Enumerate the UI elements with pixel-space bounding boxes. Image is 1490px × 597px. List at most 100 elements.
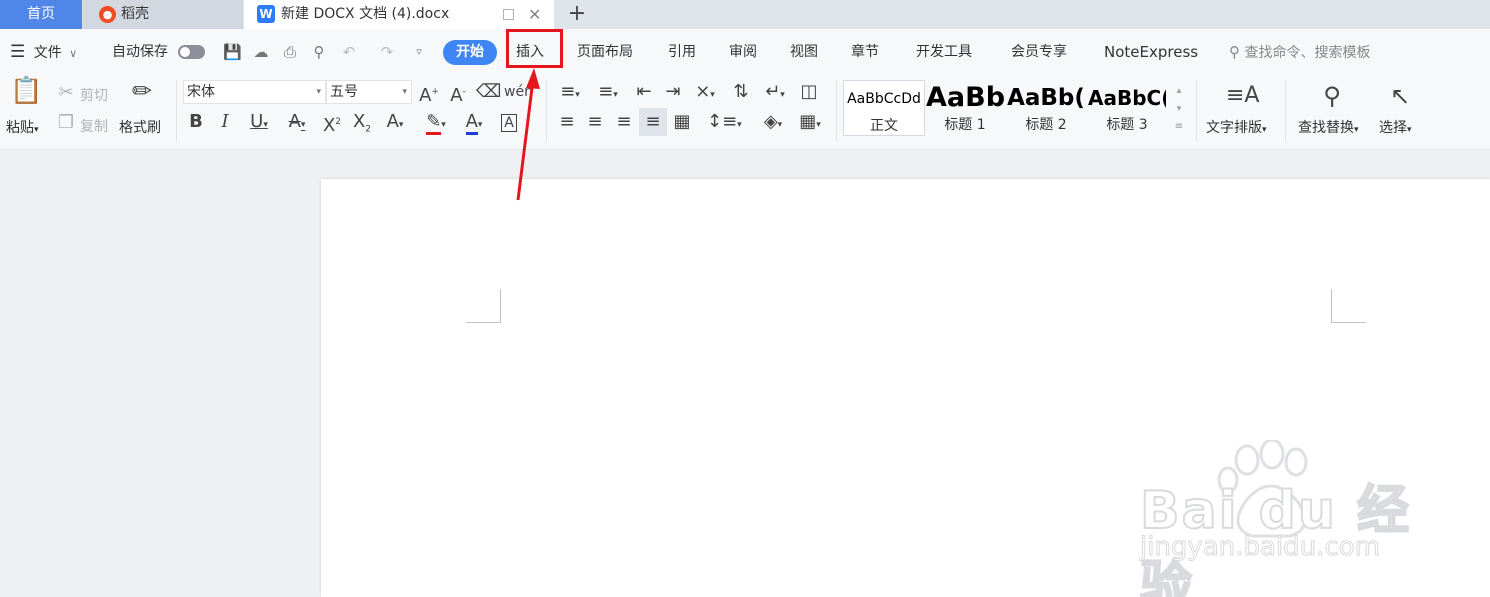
annotation-arrow — [516, 68, 540, 201]
format-painter-icon[interactable]: ✏ — [128, 79, 156, 112]
print-icon[interactable]: ⎙ — [281, 43, 299, 61]
style-heading-2[interactable]: AaBb( 标题 2 — [1007, 80, 1085, 136]
cut-button[interactable]: 剪切 — [80, 85, 108, 105]
align-right-icon[interactable]: ≡ — [613, 111, 635, 133]
customize-toolbar-icon[interactable]: ▿ — [410, 43, 428, 61]
pin-window-icon[interactable]: □ — [502, 0, 515, 29]
decrease-indent-icon[interactable]: ⇤ — [633, 81, 655, 103]
style-heading-3[interactable]: AaBbC( 标题 3 — [1088, 80, 1166, 136]
font-name-select[interactable]: 宋体 ▾ — [183, 80, 326, 104]
print-preview-icon[interactable]: ⚲ — [310, 43, 328, 61]
autosave-label: 自动保存 — [112, 44, 168, 60]
align-left-icon[interactable]: ≡ — [556, 111, 578, 133]
superscript-icon[interactable]: X2 — [320, 111, 344, 137]
increase-indent-icon[interactable]: ⇥ — [662, 81, 684, 103]
chevron-down-icon: ∨ — [69, 47, 78, 60]
style-normal[interactable]: AaBbCcDd 正文 — [843, 80, 925, 136]
cut-icon[interactable]: ✂ — [56, 82, 76, 104]
text-effect-icon[interactable]: A▾ — [379, 111, 411, 136]
paragraph-mark-icon[interactable]: ↵▾ — [760, 81, 790, 106]
style-heading-1-name: 标题 1 — [944, 117, 986, 133]
tab-developer[interactable]: 开发工具 — [916, 29, 972, 74]
find-replace-button[interactable]: 查找替换▾ — [1298, 117, 1359, 137]
tab-start[interactable]: 开始 — [443, 40, 497, 65]
tab-document-label: 新建 DOCX 文档 (4).docx — [281, 6, 450, 22]
tab-view[interactable]: 视图 — [790, 29, 818, 74]
new-tab-button[interactable]: + — [566, 0, 588, 29]
copy-icon[interactable]: ❐ — [56, 112, 76, 134]
table-tools-icon[interactable]: ◫ — [797, 81, 821, 103]
search-icon: ⚲ — [1229, 43, 1240, 61]
gallery-more-icon[interactable]: ≡ — [1171, 116, 1187, 138]
font-color-icon[interactable]: A▾ — [458, 111, 490, 136]
find-replace-icon[interactable]: ⚲ — [1316, 80, 1348, 112]
command-search[interactable]: ⚲ 查找命令、搜索模板 — [1229, 29, 1370, 74]
subscript-icon[interactable]: X2 — [350, 111, 374, 141]
numbered-list-icon[interactable]: ≡▾ — [594, 81, 622, 106]
menu-bar: ☰ 文件 ∨ 自动保存 💾 ☁ ⎙ ⚲ ↶ ↷ ▿ 开始 插入 页面布局 引用 … — [0, 29, 1490, 74]
style-heading-1-preview: AaBb — [926, 82, 1004, 113]
chinese-layout-icon[interactable]: ⨯▾ — [690, 81, 720, 106]
font-size-value: 五号 — [330, 84, 358, 100]
italic-icon[interactable]: I — [215, 111, 235, 133]
watermark-url: jingyan.baidu.com — [1140, 532, 1381, 563]
shrink-font-icon[interactable]: A- — [447, 81, 469, 107]
group-divider — [1196, 80, 1197, 142]
justify-icon[interactable]: ≡ — [639, 108, 667, 136]
cloud-save-icon[interactable]: ☁ — [252, 43, 270, 61]
group-divider — [546, 80, 547, 142]
style-heading-1[interactable]: AaBb 标题 1 — [926, 80, 1004, 136]
tab-section[interactable]: 章节 — [851, 29, 879, 74]
hamburger-icon: ☰ — [10, 42, 26, 62]
style-heading-3-name: 标题 3 — [1106, 117, 1148, 133]
undo-icon[interactable]: ↶ — [340, 43, 358, 61]
save-icon[interactable]: 💾 — [223, 43, 242, 61]
file-menu[interactable]: ☰ 文件 ∨ — [10, 29, 77, 74]
group-divider — [1285, 80, 1286, 142]
file-menu-label: 文件 — [33, 45, 62, 61]
borders-icon[interactable]: ▦▾ — [794, 111, 826, 136]
tab-home[interactable]: 首页 — [0, 0, 82, 29]
format-painter-button[interactable]: 格式刷 — [119, 117, 161, 137]
tab-document[interactable]: W 新建 DOCX 文档 (4).docx □ ✕ — [244, 0, 554, 29]
redo-icon[interactable]: ↷ — [378, 43, 396, 61]
shading-icon[interactable]: ◈▾ — [757, 111, 789, 136]
grow-font-icon[interactable]: A+ — [418, 81, 440, 107]
group-divider — [176, 80, 177, 142]
paste-icon[interactable]: 📋 — [10, 78, 42, 112]
close-tab-icon[interactable]: ✕ — [528, 0, 541, 29]
sort-icon[interactable]: ⇅ — [730, 81, 752, 103]
tab-references[interactable]: 引用 — [668, 29, 696, 74]
strikethrough-icon[interactable]: A▾ — [282, 111, 312, 136]
distributed-align-icon[interactable]: ▦ — [671, 111, 693, 133]
text-layout-button[interactable]: 文字排版▾ — [1206, 117, 1267, 137]
clear-format-icon[interactable]: ⌫ — [476, 81, 501, 103]
autosave-toggle[interactable] — [178, 45, 205, 59]
style-heading-3-preview: AaBbC( — [1088, 86, 1166, 110]
copy-button[interactable]: 复制 — [80, 116, 108, 136]
tab-daoke-label: 稻壳 — [121, 6, 149, 22]
line-spacing-icon[interactable]: ↕≡▾ — [707, 111, 742, 136]
tab-member[interactable]: 会员专享 — [1011, 29, 1067, 74]
paste-button[interactable]: 粘贴▾ — [6, 117, 39, 137]
font-size-select[interactable]: 五号 ▾ — [326, 80, 412, 104]
tab-page-layout[interactable]: 页面布局 — [577, 29, 633, 74]
style-normal-preview: AaBbCcDd — [847, 91, 921, 107]
highlight-icon[interactable]: ✎▾ — [420, 111, 452, 136]
bullet-list-icon[interactable]: ≡▾ — [556, 81, 584, 106]
tab-review[interactable]: 审阅 — [729, 29, 757, 74]
style-heading-2-name: 标题 2 — [1025, 117, 1067, 133]
underline-icon[interactable]: U▾ — [244, 111, 274, 136]
margin-corner-top-left — [466, 289, 501, 323]
daoke-logo-icon: ● — [99, 6, 116, 23]
tab-daoke[interactable]: ● 稻壳 — [83, 0, 243, 29]
bold-icon[interactable]: B — [186, 111, 206, 133]
ribbon: 📋 粘贴▾ ✂ 剪切 ❐ 复制 ✏ 格式刷 宋体 ▾ 五号 ▾ A+ A- ⌫ wé… — [0, 74, 1490, 150]
tab-bar: 首页 ● 稻壳 W 新建 DOCX 文档 (4).docx □ ✕ + — [0, 0, 1490, 29]
tab-noteexpress[interactable]: NoteExpress — [1104, 29, 1198, 74]
select-button[interactable]: 选择▾ — [1379, 117, 1412, 137]
margin-corner-top-right — [1331, 289, 1366, 323]
align-center-icon[interactable]: ≡ — [584, 111, 606, 133]
text-layout-icon[interactable]: ≡A — [1226, 80, 1259, 112]
select-cursor-icon[interactable]: ↖ — [1386, 80, 1414, 112]
